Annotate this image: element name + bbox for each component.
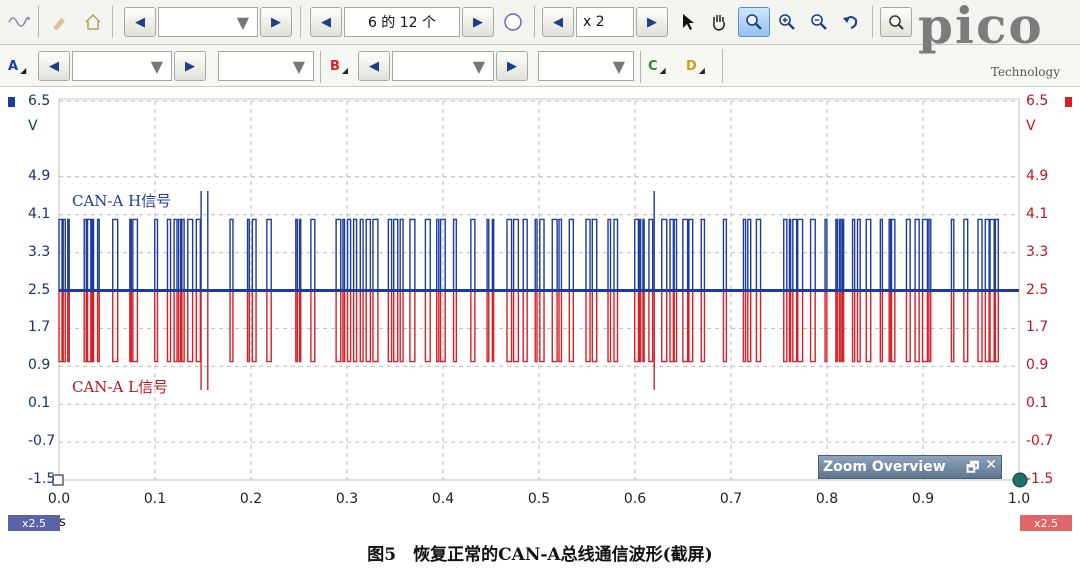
y-tick-left: 4.1 [28,205,51,222]
y-tick-right: 0.9 [1026,357,1049,374]
y-tick-left: 6.5 [28,93,51,109]
y-tick-left: 4.9 [28,167,51,184]
zoom-overview-title: Zoom Overview [823,459,946,475]
zoom-overview-panel[interactable]: Zoom Overview 🗗 ✕ [818,455,1002,479]
channel-b-scale-text: x2.5 [1033,516,1058,530]
restore-icon[interactable]: 🗗 [966,457,979,481]
channel-b-scale-badge: x2.5 [1020,515,1072,531]
figure-caption: 图5 恢复正常的CAN-A总线通信波形(截屏) [367,545,713,565]
signal-h-label: CAN-A H信号 [72,192,172,210]
channel-a-scale-badge: x2.5 [8,515,60,531]
x-tick: 1.0 [1007,491,1031,507]
channel-b-axis-marker [1065,97,1072,107]
channel-a-scale-text: x2.5 [21,516,46,530]
y-tick-right: 6.5 [1026,93,1049,109]
y-tick-left: -1.5 [28,471,56,487]
y-tick-right: -0.7 [1026,433,1054,450]
y-tick-left: 3.3 [28,243,51,260]
y-tick-right: 4.1 [1026,205,1049,222]
x-tick: 0.5 [527,491,551,507]
x-tick: 0.4 [431,491,455,507]
y-tick-right: 0.1 [1026,395,1049,412]
x-unit-label: s [59,515,66,530]
y-tick-right: 2.5 [1026,281,1049,298]
x-tick: 0.8 [815,491,839,507]
x-tick: 0.6 [623,491,647,507]
x-tick: 0.7 [719,491,743,507]
x-tick: 0.0 [47,491,71,507]
y-tick-right: 4.9 [1026,167,1049,184]
x-tick: 0.2 [239,491,263,507]
y-tick-left: -0.7 [28,433,56,450]
y-tick-left: 0.9 [28,357,51,374]
y-tick-left: 2.5 [28,281,51,298]
y-tick-right: -1.5 [1026,471,1054,487]
x-tick: 0.9 [911,491,935,507]
y-tick-left: 0.1 [28,395,51,412]
x-tick: 0.1 [143,491,167,507]
right-ruler-handle [1012,472,1028,488]
y-tick-right: 1.7 [1026,319,1049,336]
y-tick-left: 1.7 [28,319,51,336]
signal-l-label: CAN-A L信号 [72,378,169,396]
right-unit-label: V [1026,118,1036,134]
channel-a-axis-marker [8,97,15,107]
x-tick: 0.3 [335,491,359,507]
left-unit-label: V [28,118,38,134]
y-tick-right: 3.3 [1026,243,1049,260]
close-icon[interactable]: ✕ [985,457,997,481]
